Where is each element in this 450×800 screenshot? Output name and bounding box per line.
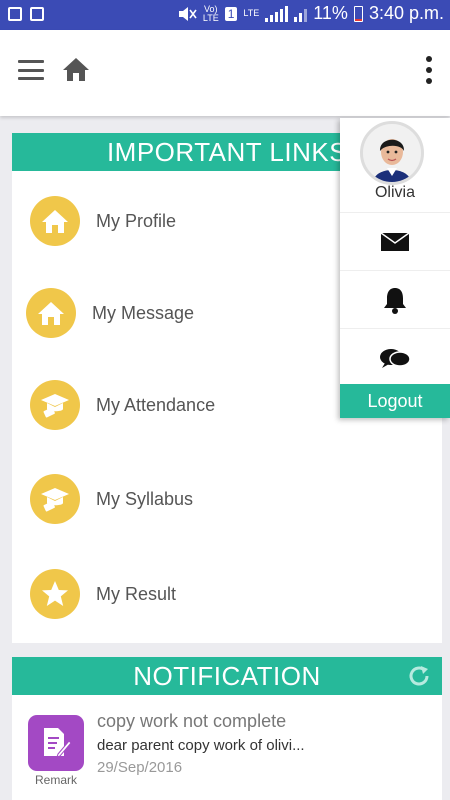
link-label: My Attendance xyxy=(96,394,216,415)
signal-icon xyxy=(265,5,289,22)
profile-name: Olivia xyxy=(374,184,415,201)
more-vert-icon[interactable] xyxy=(424,56,434,84)
logout-button[interactable]: Logout xyxy=(340,384,450,418)
gallery-notification-icon xyxy=(8,7,22,21)
notification-item-title[interactable]: copy work not complete xyxy=(97,711,286,732)
mail-notification-icon xyxy=(30,7,44,21)
status-bar: Vo) LTE 1 LTE 11% 3:40 p.m. xyxy=(0,0,450,30)
mail-icon xyxy=(380,231,410,251)
hamburger-icon[interactable] xyxy=(18,60,44,80)
star-icon xyxy=(30,569,80,619)
remark-icon xyxy=(28,715,84,771)
battery-percentage: 11% xyxy=(313,3,348,23)
home-icon xyxy=(30,196,80,246)
notifications-menu-item[interactable] xyxy=(340,270,450,328)
link-label: My Result xyxy=(96,583,177,604)
link-my-attendance[interactable]: My Attendance xyxy=(30,375,370,435)
notification-item-body[interactable]: dear parent copy work of olivi... xyxy=(97,737,305,754)
sim-badge: 1 xyxy=(224,6,238,21)
notification-title: NOTIFICATION xyxy=(12,657,442,695)
mute-icon xyxy=(178,6,197,21)
battery-icon xyxy=(353,5,363,22)
link-label: My Message xyxy=(92,302,195,323)
notification-card: NOTIFICATION Remark copy work not comple… xyxy=(12,657,442,800)
bell-icon xyxy=(384,287,406,314)
refresh-icon[interactable] xyxy=(406,663,432,689)
home-icon[interactable] xyxy=(62,56,90,82)
app-bar xyxy=(0,30,450,116)
notification-item-date: 29/Sep/2016 xyxy=(97,759,183,776)
clock: 3:40 p.m. xyxy=(368,3,444,23)
volte-label: Vo) LTE xyxy=(202,3,219,23)
signal-2-icon xyxy=(294,6,308,22)
link-label: My Profile xyxy=(96,210,177,231)
home-icon xyxy=(26,288,76,338)
messages-menu-item[interactable] xyxy=(340,212,450,270)
link-my-syllabus[interactable]: My Syllabus xyxy=(30,469,370,529)
link-my-profile[interactable]: My Profile xyxy=(30,191,370,251)
remark-label: Remark xyxy=(34,773,77,787)
profile-menu: Olivia Logout xyxy=(340,118,450,418)
link-label: My Syllabus xyxy=(96,488,194,509)
chat-icon xyxy=(380,348,411,368)
avatar[interactable] xyxy=(360,121,424,185)
graduation-cap-icon xyxy=(30,474,80,524)
graduation-cap-icon xyxy=(30,380,80,430)
lte-label: LTE xyxy=(243,8,260,18)
link-my-message[interactable]: My Message xyxy=(26,283,366,343)
chat-menu-item[interactable] xyxy=(340,328,450,386)
link-my-result[interactable]: My Result xyxy=(30,564,370,624)
